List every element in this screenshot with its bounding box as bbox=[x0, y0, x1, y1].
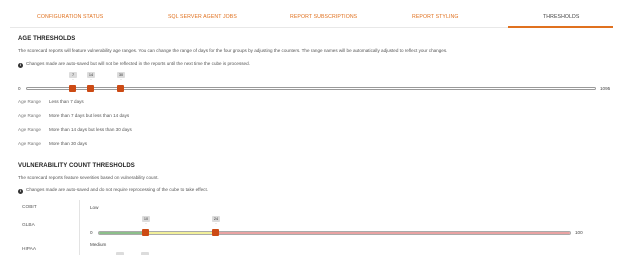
age-slider-track[interactable] bbox=[26, 87, 596, 90]
age-slider-max: 1095 bbox=[600, 86, 611, 91]
low-handle-1-tooltip: 10 bbox=[142, 216, 150, 224]
framework-item-hipaa[interactable]: HIPAA bbox=[22, 247, 36, 252]
age-thresholds-title: AGE THRESHOLDS bbox=[18, 36, 76, 42]
age-range-value: More than 14 days but less than 30 days bbox=[49, 127, 132, 132]
age-range-key: Age Range bbox=[18, 99, 41, 104]
low-segment-green bbox=[99, 232, 146, 234]
age-handle-1[interactable] bbox=[69, 85, 76, 92]
age-handle-3-tooltip: 30 bbox=[117, 72, 125, 80]
age-thresholds-description: The scorecard reports will feature vulne… bbox=[18, 48, 448, 53]
vuln-thresholds-description: The scorecard reports feature severities… bbox=[18, 175, 159, 180]
age-range-value: More than 30 days bbox=[49, 141, 88, 146]
tab-sql-server-agent-jobs[interactable]: SQL SERVER AGENT JOBS bbox=[168, 14, 237, 20]
low-handle-1[interactable] bbox=[142, 229, 149, 236]
tab-report-styling[interactable]: REPORT STYLING bbox=[412, 14, 458, 20]
age-range-key: Age Range bbox=[18, 141, 41, 146]
vuln-thresholds-title: VULNERABILITY COUNT THRESHOLDS bbox=[18, 163, 135, 169]
age-info-text: Changes made are auto-saved but will not… bbox=[26, 61, 250, 66]
tab-report-subscriptions[interactable]: REPORT SUBSCRIPTIONS bbox=[290, 14, 357, 20]
low-handle-2-tooltip: 24 bbox=[212, 216, 220, 224]
framework-item-glba[interactable]: GLBA bbox=[22, 223, 35, 228]
medium-severity-label: Medium bbox=[90, 242, 107, 247]
tab-thresholds[interactable]: THRESHOLDS bbox=[543, 14, 579, 20]
age-range-row: Age Range Less than 7 days bbox=[18, 99, 84, 104]
age-handle-2[interactable] bbox=[87, 85, 94, 92]
age-range-row: Age Range More than 7 days but less than … bbox=[18, 113, 129, 118]
age-range-value: Less than 7 days bbox=[49, 99, 84, 104]
age-handle-3[interactable] bbox=[117, 85, 124, 92]
low-segment-yellow bbox=[146, 232, 217, 234]
age-range-row: Age Range More than 14 days but less than… bbox=[18, 127, 132, 132]
age-range-value: More than 7 days but less than 14 days bbox=[49, 113, 130, 118]
low-handle-2[interactable] bbox=[212, 229, 219, 236]
age-range-key: Age Range bbox=[18, 127, 41, 132]
low-severity-label: Low bbox=[90, 205, 99, 210]
info-icon: i bbox=[18, 63, 23, 68]
tab-bar: CONFIGURATION STATUS SQL SERVER AGENT JO… bbox=[10, 10, 613, 28]
age-info-row: i Changes made are auto-saved but will no… bbox=[18, 61, 250, 68]
low-segment-red bbox=[217, 232, 570, 234]
low-slider-track[interactable] bbox=[98, 231, 571, 235]
vuln-info-text: Changes made are auto-saved and do not r… bbox=[26, 187, 208, 192]
age-range-row: Age Range More than 30 days bbox=[18, 141, 87, 146]
tab-configuration-status[interactable]: CONFIGURATION STATUS bbox=[37, 14, 103, 20]
age-handle-2-tooltip: 14 bbox=[87, 72, 95, 80]
age-slider-min: 0 bbox=[18, 86, 21, 91]
vuln-info-row: i Changes made are auto-saved and do not … bbox=[18, 187, 208, 194]
framework-item-cobit[interactable]: COBIT bbox=[22, 205, 37, 210]
info-icon: i bbox=[18, 189, 23, 194]
low-slider-max: 100 bbox=[575, 230, 583, 235]
active-tab-indicator bbox=[508, 26, 613, 28]
low-slider-min: 0 bbox=[90, 230, 93, 235]
framework-list: COBIT GLBA HIPAA bbox=[18, 200, 80, 255]
age-handle-1-tooltip: 7 bbox=[69, 72, 77, 80]
age-range-key: Age Range bbox=[18, 113, 41, 118]
